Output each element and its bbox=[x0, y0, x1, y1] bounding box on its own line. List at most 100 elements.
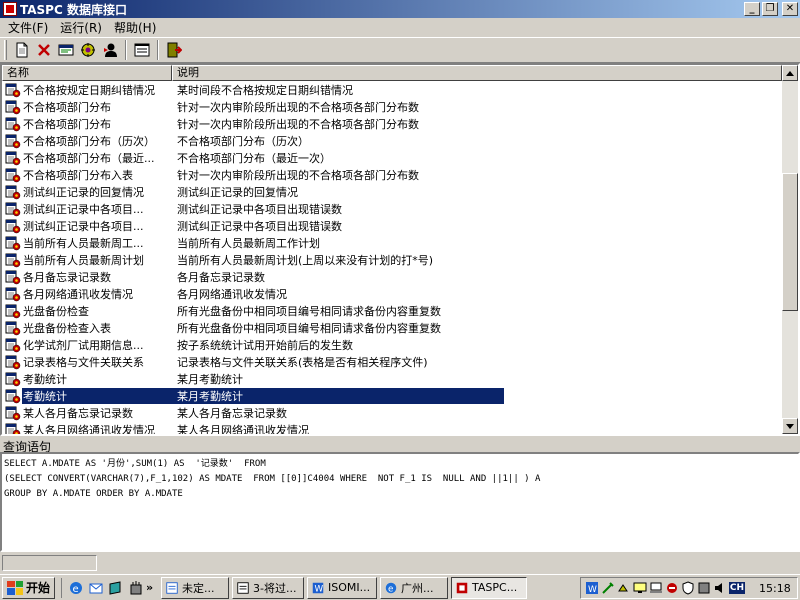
list-item[interactable]: 某人各月备忘录记录数 某人各月备忘录记录数 bbox=[2, 404, 782, 421]
browser-icon: e bbox=[385, 582, 397, 594]
query-icon bbox=[5, 134, 21, 148]
menu-help[interactable]: 帮助(H) bbox=[108, 19, 162, 36]
exit-icon bbox=[167, 42, 182, 58]
tray-sync-icon[interactable] bbox=[697, 581, 711, 595]
tray-antivirus-icon[interactable] bbox=[665, 581, 679, 595]
query-icon bbox=[5, 389, 21, 403]
delete-button[interactable] bbox=[33, 39, 55, 61]
list-item[interactable]: 不合格项部门分布 针对一次内审阶段所出现的不合格项各部门分布数 bbox=[2, 115, 782, 132]
menu-run[interactable]: 运行(R) bbox=[54, 19, 108, 36]
close-button[interactable]: ✕ bbox=[782, 2, 798, 16]
quicklaunch-app[interactable] bbox=[126, 578, 146, 598]
tray-network-icon[interactable] bbox=[617, 581, 631, 595]
scroll-down-button[interactable] bbox=[782, 418, 798, 434]
vertical-scrollbar[interactable] bbox=[782, 65, 798, 434]
input-language-indicator[interactable]: CH bbox=[728, 582, 745, 594]
column-description[interactable]: 说明 bbox=[172, 65, 782, 81]
quicklaunch-ie[interactable]: e bbox=[66, 578, 86, 598]
list-item[interactable]: 测试纠正记录的回复情况 测试纠正记录的回复情况 bbox=[2, 183, 782, 200]
list-item[interactable]: 光盘备份检查 所有光盘备份中相同项目编号相同请求备份内容重复数 bbox=[2, 302, 782, 319]
query-list[interactable]: 名称 说明 不合格按规定日期纠错情况 某时间段不合格按规定日期纠错情况 不合格项部门… bbox=[0, 63, 800, 436]
item-description: 所有光盘备份中相同项目编号相同请求备份内容重复数 bbox=[177, 304, 441, 318]
list-item[interactable]: 化学试剂厂试用期信息... 按子系统统计试用开始前后的发生数 bbox=[2, 336, 782, 353]
item-description: 所有光盘备份中相同项目编号相同请求备份内容重复数 bbox=[177, 321, 441, 335]
edit-button[interactable] bbox=[55, 39, 77, 61]
list-item[interactable]: 某人各月网络通讯收发情况 某人各月网络通讯收发情况 bbox=[2, 421, 782, 434]
exit-button[interactable] bbox=[163, 39, 185, 61]
query-icon bbox=[5, 372, 21, 386]
item-name: 不合格项部门分布（最近... bbox=[23, 151, 155, 165]
item-description: 某人各月备忘录记录数 bbox=[177, 406, 287, 420]
list-item[interactable]: 光盘备份检查入表 所有光盘备份中相同项目编号相同请求备份内容重复数 bbox=[2, 319, 782, 336]
task-button-4[interactable]: e 广州... bbox=[380, 576, 449, 599]
scroll-thumb[interactable] bbox=[782, 173, 798, 311]
quicklaunch-more[interactable]: » bbox=[146, 581, 158, 594]
query-icon bbox=[5, 253, 21, 267]
task-label: 3-将过... bbox=[253, 581, 297, 595]
task-button-2[interactable]: 3-将过... bbox=[232, 576, 305, 599]
windows-logo-icon bbox=[7, 580, 23, 595]
menu-bar: 文件(F) 运行(R) 帮助(H) bbox=[0, 18, 800, 37]
list-item[interactable]: 不合格按规定日期纠错情况 某时间段不合格按规定日期纠错情况 bbox=[2, 81, 782, 98]
item-description: 某月考勤统计 bbox=[177, 372, 243, 386]
list-item[interactable]: 不合格项部门分布入表 针对一次内审阶段所出现的不合格项各部门分布数 bbox=[2, 166, 782, 183]
quicklaunch-outlook[interactable] bbox=[86, 578, 106, 598]
task-button-3[interactable]: W ISOMI... bbox=[307, 576, 378, 599]
new-icon bbox=[16, 42, 28, 58]
maximize-button[interactable]: ❐ bbox=[762, 2, 778, 16]
list-item[interactable]: 不合格项部门分布（最近... 不合格项部门分布（最近一次） bbox=[2, 149, 782, 166]
item-name: 化学试剂厂试用期信息... bbox=[23, 338, 144, 352]
run-button[interactable] bbox=[77, 39, 99, 61]
list-item[interactable]: 当前所有人员最新周工... 当前所有人员最新周工作计划 bbox=[2, 234, 782, 251]
item-description: 某人各月网络通讯收发情况 bbox=[177, 423, 309, 435]
toolbar-grip[interactable] bbox=[4, 40, 7, 60]
taskbar: 开始 e » 未定... 3-将过... W ISOMI... e 广州... … bbox=[0, 574, 800, 600]
menu-file[interactable]: 文件(F) bbox=[2, 19, 54, 36]
list-item[interactable]: 记录表格与文件关联关系 记录表格与文件关联关系(表格是否有相关程序文件) bbox=[2, 353, 782, 370]
app-icon bbox=[130, 580, 142, 594]
word-icon: W bbox=[312, 582, 324, 594]
clock[interactable]: 15:18 bbox=[759, 582, 793, 595]
list-item[interactable]: 测试纠正记录中各项目... 测试纠正记录中各项目出现错误数 bbox=[2, 200, 782, 217]
task-button-5[interactable]: TASPC... bbox=[451, 576, 528, 599]
svg-text:e: e bbox=[388, 584, 393, 594]
tray-app-icon[interactable]: W bbox=[585, 581, 599, 595]
list-item[interactable]: 测试纠正记录中各项目... 测试纠正记录中各项目出现错误数 bbox=[2, 217, 782, 234]
svg-text:e: e bbox=[73, 584, 79, 595]
item-name: 光盘备份检查 bbox=[23, 304, 89, 318]
tray-volume-icon[interactable] bbox=[713, 581, 727, 595]
query-textarea[interactable]: SELECT A.MDATE AS '月份',SUM(1) AS '记录数' F… bbox=[0, 452, 800, 552]
list-item[interactable]: 不合格项部门分布（历次） 不合格项部门分布（历次） bbox=[2, 132, 782, 149]
query-icon bbox=[5, 304, 21, 318]
tray-monitor-icon[interactable] bbox=[633, 581, 647, 595]
scroll-up-button[interactable] bbox=[782, 65, 798, 81]
tray-shield-icon[interactable] bbox=[681, 581, 695, 595]
query-icon bbox=[5, 117, 21, 131]
svg-text:W: W bbox=[588, 585, 597, 595]
list-item[interactable]: 当前所有人员最新周计划 当前所有人员最新周计划(上周以来没有计划的打*号) bbox=[2, 251, 782, 268]
item-name: 不合格按规定日期纠错情况 bbox=[23, 83, 155, 97]
query-icon bbox=[5, 219, 21, 233]
query-icon bbox=[5, 270, 21, 284]
minimize-button[interactable]: _ bbox=[744, 2, 760, 16]
window-button[interactable] bbox=[131, 39, 153, 61]
delete-icon bbox=[38, 44, 50, 56]
list-header: 名称 说明 bbox=[2, 65, 782, 81]
list-item[interactable]: 考勤统计 某月考勤统计 bbox=[2, 370, 782, 387]
task-button-1[interactable]: 未定... bbox=[161, 576, 230, 599]
tray-computer-icon[interactable] bbox=[649, 581, 663, 595]
list-item[interactable]: 考勤统计 某月考勤统计 bbox=[2, 387, 782, 404]
tray-tool-icon[interactable] bbox=[601, 581, 615, 595]
list-item[interactable]: 各月网络通讯收发情况 各月网络通讯收发情况 bbox=[2, 285, 782, 302]
list-item[interactable]: 不合格项部门分布 针对一次内审阶段所出现的不合格项各部门分布数 bbox=[2, 98, 782, 115]
quicklaunch-desktop[interactable] bbox=[106, 578, 126, 598]
user-button[interactable] bbox=[99, 39, 121, 61]
new-button[interactable] bbox=[11, 39, 33, 61]
column-name[interactable]: 名称 bbox=[2, 65, 172, 81]
item-name: 各月网络通讯收发情况 bbox=[23, 287, 133, 301]
start-button[interactable]: 开始 bbox=[2, 576, 56, 599]
document-icon bbox=[237, 581, 249, 594]
list-item[interactable]: 各月备忘录记录数 各月备忘录记录数 bbox=[2, 268, 782, 285]
item-description: 针对一次内审阶段所出现的不合格项各部门分布数 bbox=[177, 117, 419, 131]
app-icon[interactable] bbox=[3, 2, 17, 16]
